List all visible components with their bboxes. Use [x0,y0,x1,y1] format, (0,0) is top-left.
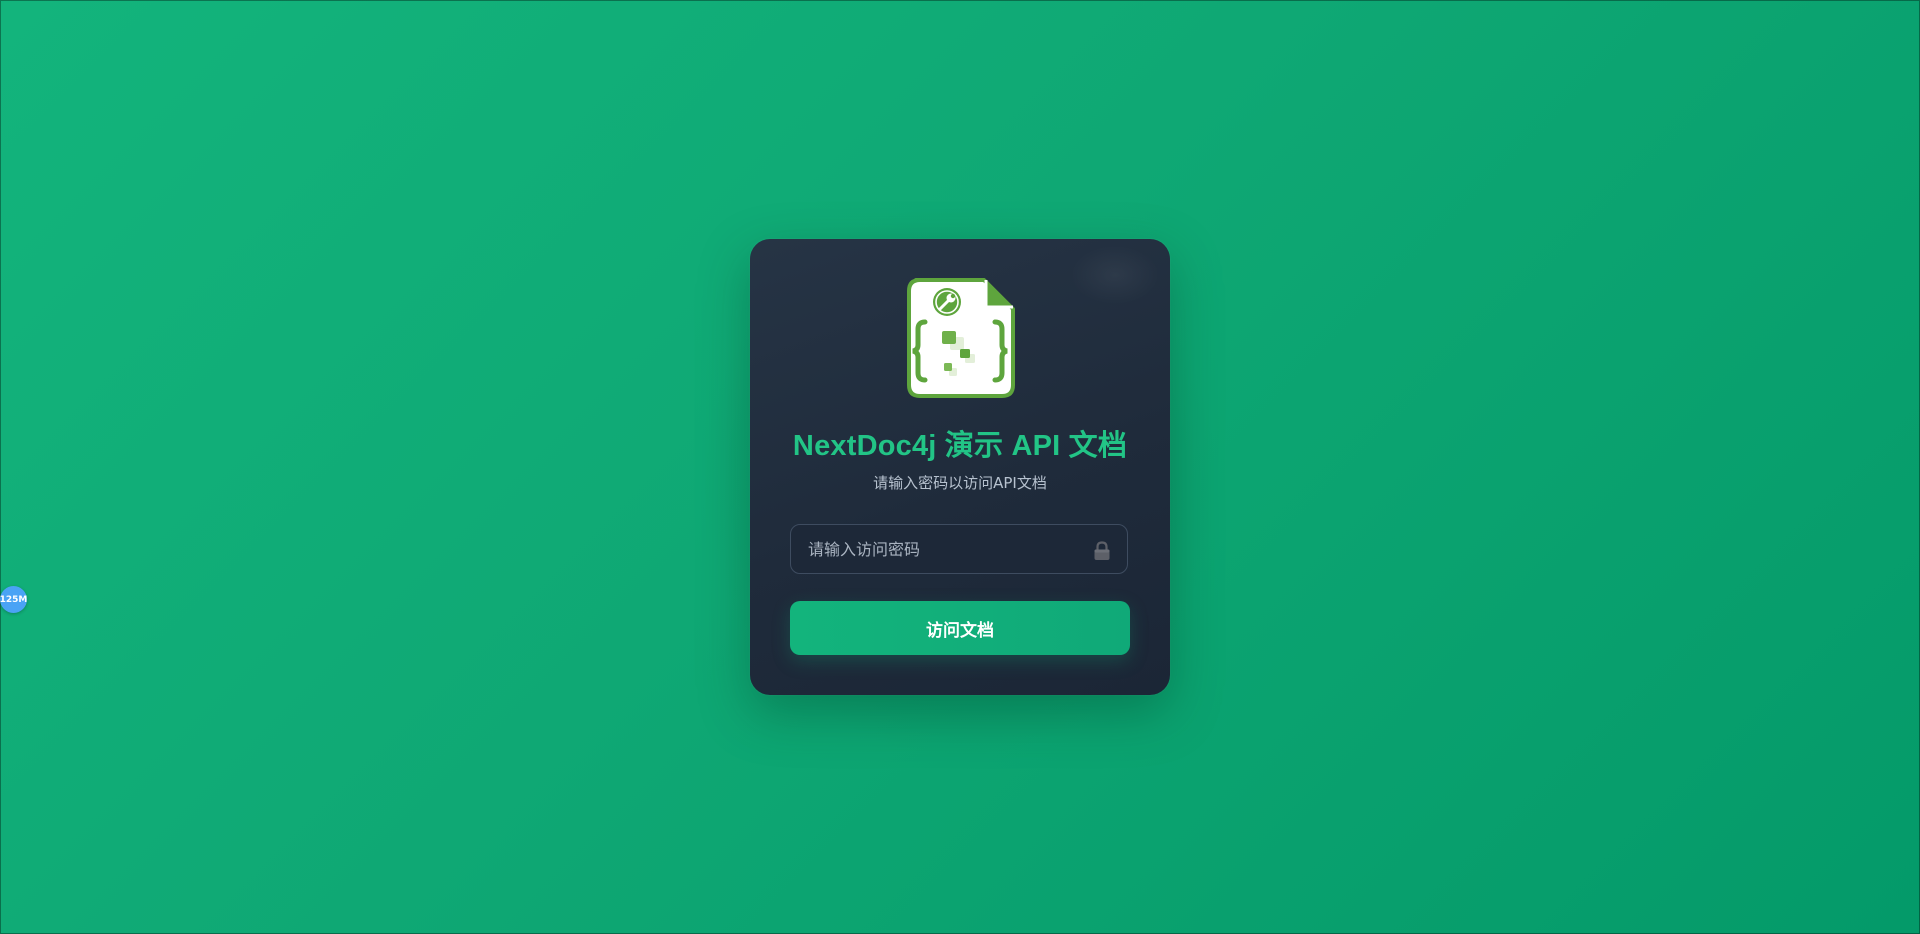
login-card: NextDoc4j 演示 API 文档 请输入密码以访问API文档 访问文档 [750,239,1170,695]
password-input[interactable] [791,525,1127,573]
page-title: NextDoc4j 演示 API 文档 [792,430,1128,462]
page-subtitle: 请输入密码以访问API文档 [873,474,1047,492]
api-document-logo-icon [907,278,1015,398]
memory-usage-badge[interactable]: 125M [0,586,27,613]
password-field-wrapper [790,524,1128,574]
access-docs-button[interactable]: 访问文档 [790,601,1130,655]
lock-icon [1094,541,1110,560]
